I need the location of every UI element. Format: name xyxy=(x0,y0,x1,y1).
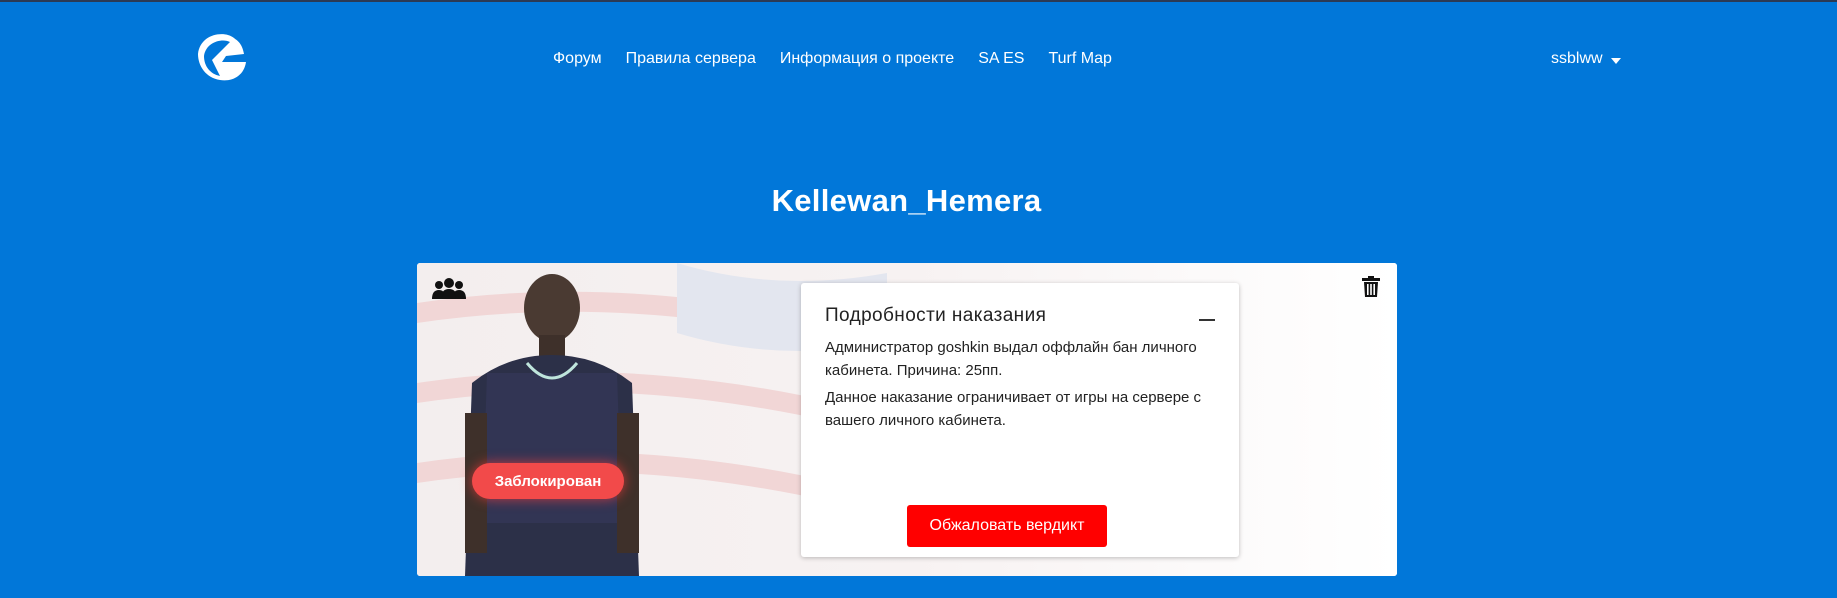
nav-forum[interactable]: Форум xyxy=(553,50,602,68)
top-border xyxy=(0,0,1837,2)
minimize-icon[interactable] xyxy=(1199,319,1215,321)
appeal-button[interactable]: Обжаловать вердикт xyxy=(907,505,1107,547)
main-nav: Форум Правила сервера Информация о проек… xyxy=(553,50,1112,68)
punishment-panel: Подробности наказания Администратор gosh… xyxy=(801,283,1239,557)
logo-icon[interactable] xyxy=(192,32,250,84)
user-name: ssblww xyxy=(1551,50,1603,67)
nav-project-info[interactable]: Информация о проекте xyxy=(780,50,954,68)
caret-down-icon xyxy=(1610,58,1621,64)
status-badge: Заблокирован xyxy=(472,463,624,499)
nav-turf-map[interactable]: Turf Map xyxy=(1048,50,1111,68)
punishment-note: Данное наказание ограничивает от игры на… xyxy=(825,389,1202,429)
nav-server-rules[interactable]: Правила сервера xyxy=(626,50,756,68)
users-group-icon[interactable] xyxy=(432,277,466,299)
trash-icon[interactable] xyxy=(1362,276,1380,297)
user-menu[interactable]: ssblww xyxy=(1551,50,1621,68)
page-title: Kellewan_Hemera xyxy=(771,183,1042,218)
nav-sa-es[interactable]: SA ES xyxy=(978,50,1024,68)
panel-title: Подробности наказания xyxy=(825,305,1047,326)
punishment-detail: Администратор goshkin выдал оффлайн бан … xyxy=(825,339,1197,379)
profile-card: Заблокирован Подробности наказания Админ… xyxy=(417,263,1397,576)
